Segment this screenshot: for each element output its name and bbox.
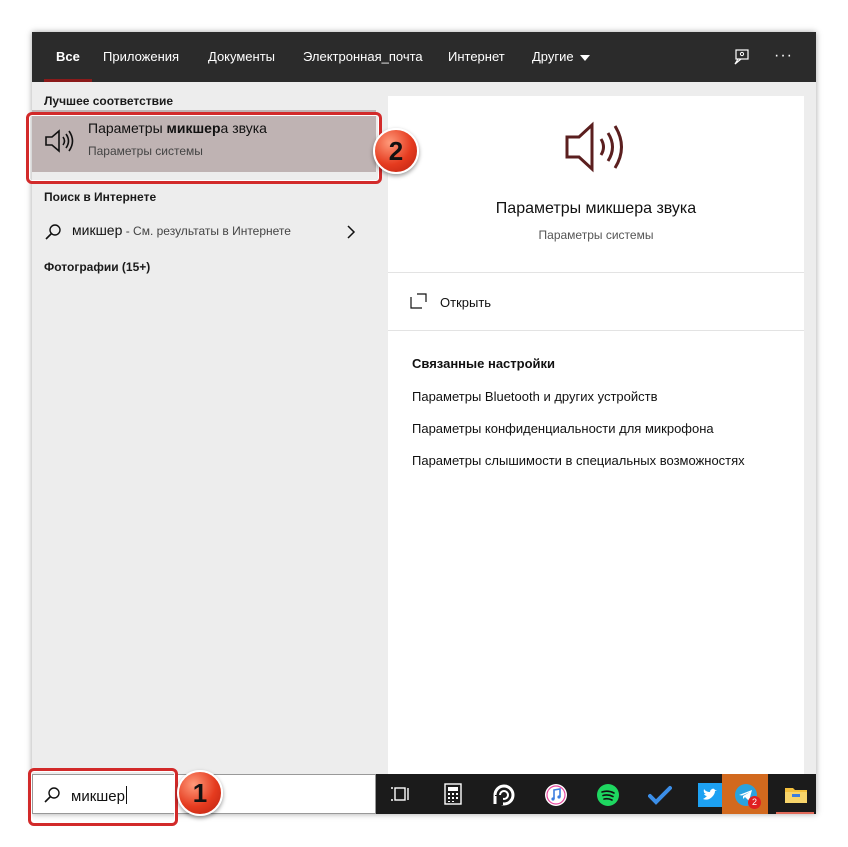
task-view-icon[interactable] [378, 774, 424, 814]
tab-more-label: Другие [532, 49, 574, 64]
chevron-down-icon [579, 54, 590, 61]
tab-all[interactable]: Все [44, 32, 92, 82]
open-icon [410, 293, 427, 309]
search-icon [45, 224, 61, 240]
file-explorer-icon[interactable] [772, 774, 818, 814]
telegram-icon[interactable]: 2 [722, 774, 768, 814]
cortana-icon[interactable] [480, 774, 526, 814]
tab-documents[interactable]: Документы [208, 32, 275, 82]
best-match-heading: Лучшее соответствие [44, 94, 174, 108]
highlight-frame-1 [28, 768, 178, 826]
tab-web[interactable]: Интернет [448, 32, 505, 82]
open-label: Открыть [440, 295, 492, 310]
web-search-heading: Поиск в Интернете [44, 190, 157, 204]
web-search-result[interactable]: микшер - См. результаты в Интернете [32, 216, 376, 246]
photos-heading[interactable]: Фотографии (15+) [44, 260, 150, 274]
tab-email[interactable]: Электронная_почта [303, 32, 423, 82]
step-badge-2: 2 [373, 128, 419, 174]
more-options-icon[interactable]: ··· [774, 46, 796, 68]
results-pane: Лучшее соответствие Параметры микшера зв… [32, 82, 376, 774]
preview-pane: Параметры микшера звука Параметры систем… [388, 96, 804, 774]
tab-more[interactable]: Другие [532, 32, 590, 82]
tab-apps[interactable]: Приложения [103, 32, 179, 82]
highlight-frame-2 [26, 112, 382, 184]
step-badge-1: 1 [177, 770, 223, 816]
notification-badge: 2 [748, 796, 761, 809]
divider [388, 272, 804, 273]
preview-subtitle: Параметры системы [538, 228, 654, 242]
spotify-icon[interactable] [584, 774, 630, 814]
related-link-microphone-privacy[interactable]: Параметры конфиденциальности для микрофо… [412, 421, 714, 436]
todo-icon[interactable] [636, 774, 682, 814]
itunes-icon[interactable] [532, 774, 578, 814]
related-link-hearing[interactable]: Параметры слышимости в специальных возмо… [412, 453, 745, 468]
preview-title: Параметры микшера звука [495, 200, 697, 217]
web-query-text: микшер [72, 222, 123, 238]
related-link-bluetooth[interactable]: Параметры Bluetooth и других устройств [412, 389, 658, 404]
speaker-icon [565, 121, 623, 173]
feedback-icon[interactable] [731, 46, 753, 68]
web-query-hint: - См. результаты в Интернете [122, 224, 291, 238]
calculator-icon[interactable] [430, 774, 476, 814]
chevron-right-icon[interactable] [346, 225, 356, 239]
filter-tab-bar: Все Приложения Документы Электронная_поч… [32, 32, 816, 82]
divider [388, 330, 804, 331]
web-search-query: микшер - См. результаты в Интернете [72, 222, 291, 238]
related-settings-heading: Связанные настройки [412, 356, 556, 371]
